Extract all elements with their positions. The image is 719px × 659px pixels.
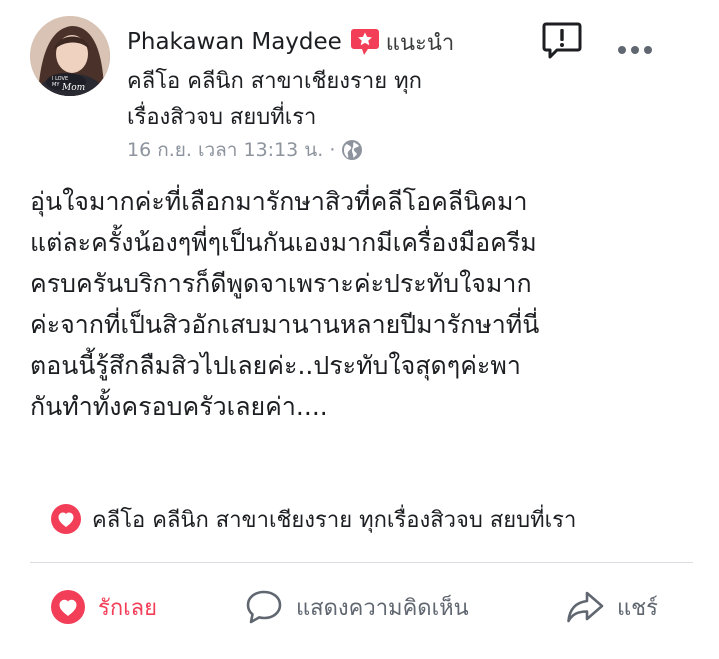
avatar[interactable]: I LOVE MY Mom (30, 16, 110, 96)
share-button-label: แชร์ (617, 595, 658, 621)
svg-text:Mom: Mom (61, 83, 85, 93)
svg-text:MY: MY (52, 82, 60, 88)
recommend-label: แนะนำ (385, 30, 455, 56)
action-divider (30, 562, 693, 563)
more-icon[interactable] (615, 42, 655, 56)
post-timestamp[interactable]: 16 ก.ย. เวลา 13:13 น. (127, 135, 323, 165)
report-icon[interactable] (541, 20, 583, 62)
comment-icon (244, 587, 284, 627)
avatar-photo: I LOVE MY Mom (30, 16, 110, 96)
post-body-line: ค่ะจากที่เป็นสิวอักเสบมานานหลายปีมารักษา… (30, 310, 540, 339)
recommended-page-link[interactable]: คลีโอ คลีนิก สาขาเชียงราย ทุก (127, 63, 422, 98)
comment-button[interactable]: แสดงความคิดเห็น (244, 584, 469, 630)
love-button[interactable]: รักเลย (50, 584, 157, 630)
post-body: อุ่นใจมากค่ะที่เลือกมารักษาสิวที่คลีโอคล… (30, 181, 700, 427)
heart-icon (50, 503, 82, 535)
meta-separator: · (329, 139, 336, 161)
post-card: I LOVE MY Mom Phakawan Maydee แนะนำ คลีโ… (0, 0, 719, 659)
reaction-summary-text: คลีโอ คลีนิก สาขาเชียงราย ทุกเรื่องสิวจบ… (92, 507, 577, 533)
author-line: Phakawan Maydee แนะนำ (127, 24, 454, 60)
reaction-summary[interactable]: คลีโอ คลีนิก สาขาเชียงราย ทุกเรื่องสิวจบ… (50, 500, 576, 538)
author-name[interactable]: Phakawan Maydee (127, 29, 342, 55)
globe-icon[interactable] (341, 139, 363, 161)
star-badge-icon (350, 27, 380, 57)
share-button[interactable]: แชร์ (565, 584, 658, 630)
post-body-line: กันทำทั้งครอบครัวเลยค่า.... (30, 392, 328, 421)
share-icon (565, 587, 605, 627)
post-body-line: อุ่นใจมากค่ะที่เลือกมารักษาสิวที่คลีโอคล… (30, 187, 528, 216)
heart-icon (50, 589, 86, 625)
post-body-line: ครบครันบริการก็ดีพูดจาเพราะค่ะประทับใจมา… (30, 269, 532, 298)
post-meta: 16 ก.ย. เวลา 13:13 น. · (127, 136, 363, 164)
recommended-page-link-continued[interactable]: เรื่องสิวจบ สยบที่เรา (127, 99, 316, 134)
post-body-line: แต่ละครั้งน้องๆพี่ๆเป็นกันเองมากมีเครื่อ… (30, 228, 537, 257)
post-body-line: ตอนนี้รู้สึกลืมสิวไปเลยค่ะ..ประทับใจสุดๆ… (30, 351, 521, 380)
love-button-label: รักเลย (98, 595, 158, 621)
comment-button-label: แสดงความคิดเห็น (296, 595, 469, 621)
